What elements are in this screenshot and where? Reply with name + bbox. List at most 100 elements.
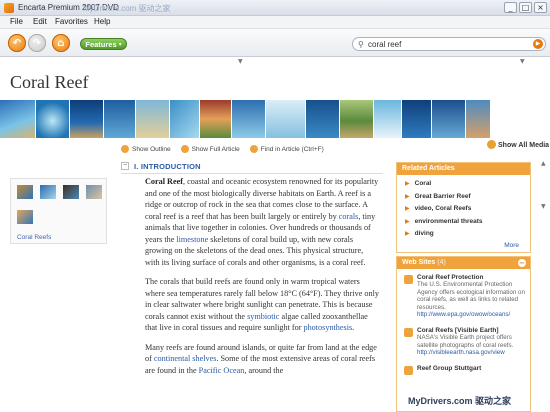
related-article-label: diving: [414, 230, 434, 237]
media-panel-thumbnail[interactable]: [40, 185, 56, 199]
related-articles-panel: Related Articles ▶ Coral ▶ Great Barrier R…: [396, 162, 531, 253]
link-pacific-ocean[interactable]: Pacific Ocean: [199, 366, 245, 375]
media-panel-thumbnail[interactable]: [86, 185, 102, 199]
web-link-icon: [404, 328, 413, 337]
link-photosynthesis[interactable]: photosynthesis: [303, 323, 352, 332]
features-label: Features: [85, 39, 117, 49]
media-thumbnail[interactable]: [232, 100, 266, 138]
collapse-toggle-icon[interactable]: −: [121, 162, 129, 170]
web-site-name[interactable]: Coral Reef Protection: [417, 274, 527, 281]
menu-edit[interactable]: Edit: [33, 17, 47, 26]
close-button[interactable]: ×: [534, 2, 547, 13]
title-bar: Encarta Premium 2007 DVD MyDrivers.com 驱…: [0, 0, 550, 16]
media-thumbnail[interactable]: [266, 100, 306, 138]
media-icon: [487, 140, 496, 149]
home-button[interactable]: ⌂: [52, 34, 70, 52]
search-box: ⚲ ▶: [352, 37, 546, 51]
arrow-right-icon: ▶: [405, 192, 410, 200]
web-site-item[interactable]: Coral Reefs [Visible Earth] NASA's Visib…: [397, 322, 530, 360]
media-thumbnail[interactable]: [340, 100, 374, 138]
search-go-icon[interactable]: ▶: [533, 39, 543, 49]
related-more-link[interactable]: More: [504, 242, 519, 249]
search-input[interactable]: [368, 39, 518, 50]
media-thumbnail[interactable]: [0, 100, 36, 138]
menu-file[interactable]: File: [10, 17, 23, 26]
media-thumbnail[interactable]: [374, 100, 402, 138]
show-all-media-label: Show All Media: [498, 142, 550, 149]
web-site-url[interactable]: http://www.epa.gov/owow/oceans/: [417, 311, 527, 319]
media-thumbnail[interactable]: [432, 100, 466, 138]
media-thumbnail[interactable]: [136, 100, 170, 138]
link-limestone[interactable]: limestone: [176, 235, 208, 244]
section-heading: − I. INTRODUCTION: [121, 162, 383, 174]
media-panel-thumbnail[interactable]: [63, 185, 79, 199]
features-button[interactable]: Features ▾: [80, 38, 127, 50]
menu-help[interactable]: Help: [94, 17, 110, 26]
related-article-item[interactable]: ▶ Coral: [405, 180, 530, 193]
scroll-down-icon[interactable]: ▼: [541, 203, 546, 210]
link-corals[interactable]: corals: [339, 212, 359, 221]
media-thumbnail[interactable]: [70, 100, 104, 138]
find-icon: [249, 145, 258, 153]
media-thumbnail[interactable]: [306, 100, 340, 138]
related-articles-title: Related Articles: [397, 163, 530, 175]
related-article-label: environmental threats: [414, 217, 483, 225]
back-button[interactable]: ↶: [8, 34, 26, 52]
web-sites-header: Web Sites (4) −: [397, 257, 530, 269]
scroll-up-icon[interactable]: ▲: [541, 160, 546, 167]
show-full-article-button[interactable]: Show Full Article: [180, 145, 240, 153]
web-site-name[interactable]: Reef Group Stuttgart: [417, 365, 527, 372]
link-symbiotic[interactable]: symbiotic: [247, 312, 279, 321]
watermark-top: MyDrivers.com 驱动之家: [83, 4, 171, 13]
media-thumbnail[interactable]: [104, 100, 136, 138]
search-icon: ⚲: [358, 40, 364, 49]
web-site-item[interactable]: Coral Reef Protection The U.S. Environme…: [397, 269, 530, 322]
media-thumbnail[interactable]: [170, 100, 200, 138]
web-sites-title: Web Sites: [402, 259, 436, 266]
related-article-label: Coral: [414, 180, 432, 187]
web-site-description: NASA's Visible Earth project offers sate…: [417, 334, 514, 349]
toolbar: ↶ ↷ ⌂ Features ▾ ⚲ ▶: [0, 29, 550, 57]
back-arrow-icon: ↶: [12, 37, 22, 49]
web-site-description: The U.S. Environmental Protection Agency…: [417, 281, 525, 311]
menu-bar: File Edit Favorites Help: [0, 16, 550, 29]
term: Coral Reef: [145, 177, 183, 186]
web-site-item[interactable]: Reef Group Stuttgart: [397, 360, 530, 375]
chevron-down-icon[interactable]: ▼: [520, 58, 525, 65]
link-continental-shelves[interactable]: continental shelves: [154, 354, 217, 363]
show-all-media-link[interactable]: Show All Media: [487, 140, 549, 149]
full-article-icon: [180, 145, 189, 153]
media-thumbnail[interactable]: [466, 100, 491, 138]
show-outline-label: Show Outline: [132, 145, 171, 153]
media-panel-thumbnail[interactable]: [17, 185, 33, 199]
related-article-item[interactable]: ▶ Great Barrier Reef: [405, 193, 530, 206]
media-thumbnail[interactable]: [36, 100, 70, 138]
web-site-url[interactable]: http://visibleearth.nasa.gov/view: [417, 349, 527, 357]
section-heading-text: I. INTRODUCTION: [134, 162, 201, 171]
related-article-item[interactable]: ▶ environmental threats: [405, 218, 530, 231]
related-article-label: video, Coral Reefs: [414, 205, 472, 212]
related-article-item[interactable]: ▶ diving: [405, 230, 530, 243]
media-thumbnail[interactable]: [402, 100, 432, 138]
related-article-item[interactable]: ▶ video, Coral Reefs: [405, 205, 530, 218]
arrow-right-icon: ▶: [405, 217, 410, 225]
arrow-right-icon: ▶: [405, 230, 410, 237]
collapse-icon[interactable]: −: [518, 259, 526, 267]
media-caption[interactable]: Coral Reefs: [17, 234, 51, 241]
web-site-name[interactable]: Coral Reefs [Visible Earth]: [417, 327, 527, 334]
forward-button[interactable]: ↷: [28, 34, 46, 52]
menu-favorites[interactable]: Favorites: [55, 17, 88, 26]
maximize-button[interactable]: □: [519, 2, 532, 13]
show-full-article-label: Show Full Article: [191, 145, 240, 153]
watermark: MyDrivers.com 驱动之家: [408, 396, 512, 406]
article-body: Coral Reef, coastal and oceanic ecosyste…: [145, 176, 379, 384]
arrow-right-icon: ▶: [405, 180, 410, 187]
find-in-article-button[interactable]: Find in Article (Ctrl+F): [249, 145, 324, 153]
page-title: Coral Reef: [10, 72, 89, 92]
media-panel-thumbnail[interactable]: [17, 210, 33, 224]
chevron-down-icon[interactable]: ▼: [238, 58, 243, 65]
related-article-label: Great Barrier Reef: [414, 192, 471, 200]
show-outline-button[interactable]: Show Outline: [121, 145, 171, 153]
media-thumbnail[interactable]: [200, 100, 232, 138]
minimize-button[interactable]: _: [504, 2, 517, 13]
